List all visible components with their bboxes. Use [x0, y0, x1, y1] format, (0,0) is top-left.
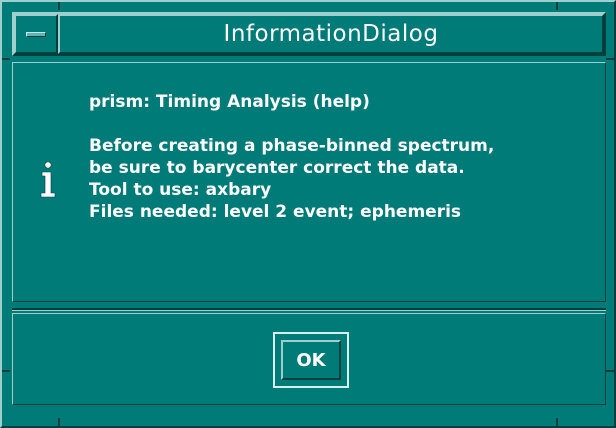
frame-corner-mark[interactable] [556, 418, 558, 426]
frame-corner-mark[interactable] [58, 418, 60, 426]
window-title: InformationDialog [223, 21, 439, 47]
separator [12, 308, 606, 311]
frame-corner-mark[interactable] [556, 2, 558, 10]
message-area: prism: Timing Analysis (help) Before cre… [12, 62, 606, 302]
window-menu-icon [26, 32, 46, 37]
title-area[interactable]: InformationDialog [58, 14, 604, 54]
information-dialog-window: InformationDialog prism: Timing Analysis… [0, 0, 616, 428]
frame-corner-mark[interactable] [2, 58, 10, 60]
ok-button[interactable]: OK [281, 340, 341, 380]
frame-corner-mark[interactable] [606, 58, 614, 60]
message-line: Files needed: level 2 event; ephemeris [89, 202, 462, 222]
message-line: Tool to use: axbary [89, 180, 272, 200]
action-area: OK [12, 313, 606, 405]
message-line: Before creating a phase-binned spectrum, [89, 136, 495, 156]
frame-corner-mark[interactable] [58, 2, 60, 10]
window-menu-button[interactable] [14, 14, 58, 54]
message-line: be sure to barycenter correct the data. [89, 158, 465, 178]
message-text: prism: Timing Analysis (help) Before cre… [89, 91, 589, 223]
default-button-frame: OK [273, 332, 349, 388]
title-bar[interactable]: InformationDialog [12, 12, 606, 56]
info-icon [40, 161, 56, 198]
frame-corner-mark[interactable] [606, 370, 614, 372]
message-heading: prism: Timing Analysis (help) [89, 92, 370, 112]
frame-corner-mark[interactable] [2, 370, 10, 372]
